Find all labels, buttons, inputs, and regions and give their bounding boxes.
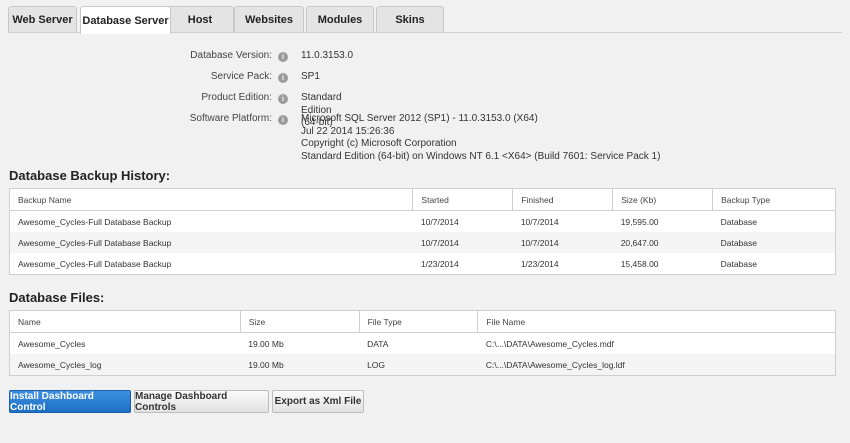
info-icon[interactable]: i bbox=[278, 94, 288, 104]
file-name-cell: Awesome_Cycles bbox=[18, 338, 86, 349]
started-cell: 1/23/2014 bbox=[420, 258, 459, 269]
file-name-cell: Awesome_Cycles_log bbox=[9, 354, 241, 376]
finished-cell: 10/7/2014 bbox=[520, 216, 559, 227]
platform-label: Software Platform: bbox=[189, 113, 272, 124]
started-cell: 10/7/2014 bbox=[412, 232, 513, 253]
info-icon[interactable]: i bbox=[278, 52, 288, 62]
tab-web-server[interactable]: Web Server bbox=[8, 6, 77, 32]
file-path-cell: C:\...\DATA\Awesome_Cycles_log.ldf bbox=[477, 354, 836, 376]
finished-cell: 1/23/2014 bbox=[520, 258, 559, 269]
export-xml-button[interactable]: Export as Xml File bbox=[272, 390, 364, 413]
file-type-cell: LOG bbox=[359, 354, 478, 376]
size-cell: 15,458.00 bbox=[620, 258, 659, 269]
column-header[interactable]: Backup Name bbox=[9, 188, 414, 211]
version-label: Database Version: bbox=[190, 50, 272, 61]
install-dashboard-control-button[interactable]: Install Dashboard Control bbox=[9, 390, 131, 413]
table-row[interactable]: Awesome_Cycles-Full Database Backup 1/23… bbox=[10, 253, 836, 275]
file-size-cell: 19.00 Mb bbox=[248, 338, 284, 349]
info-icon[interactable]: i bbox=[278, 115, 288, 125]
size-cell: 19,595.00 bbox=[620, 216, 659, 227]
backup-history-table: Backup Name Started Finished Size (Kb) B… bbox=[9, 188, 836, 275]
database-files-heading: Database Files: bbox=[9, 290, 105, 305]
column-header[interactable]: File Type bbox=[359, 310, 479, 333]
manage-dashboard-controls-button[interactable]: Manage Dashboard Controls bbox=[134, 390, 269, 413]
service-pack-value: SP1 bbox=[301, 71, 320, 82]
file-type-cell: DATA bbox=[367, 338, 389, 349]
column-header[interactable]: Size bbox=[240, 310, 360, 333]
column-header[interactable]: Name bbox=[9, 310, 241, 333]
tab-database-server[interactable]: Database Server bbox=[80, 6, 171, 34]
table-row[interactable]: Awesome_Cycles 19.00 Mb DATA C:\...\DATA… bbox=[10, 333, 836, 355]
edition-label: Product Edition: bbox=[201, 92, 272, 103]
platform-line: Microsoft SQL Server 2012 (SP1) - 11.0.3… bbox=[301, 113, 538, 124]
database-files-table: Name Size File Type File Name Awesome_Cy… bbox=[9, 310, 836, 376]
column-header[interactable]: File Name bbox=[477, 310, 836, 333]
backup-history-heading: Database Backup History: bbox=[9, 168, 171, 183]
tab-host[interactable]: Host bbox=[166, 6, 234, 32]
size-cell: 20,647.00 bbox=[612, 232, 713, 253]
table-row[interactable]: Awesome_Cycles-Full Database Backup 10/7… bbox=[10, 211, 836, 233]
tab-skins[interactable]: Skins bbox=[376, 6, 444, 32]
tab-modules[interactable]: Modules bbox=[306, 6, 374, 32]
info-icon[interactable]: i bbox=[278, 73, 288, 83]
tab-websites[interactable]: Websites bbox=[234, 6, 304, 32]
backup-type-cell: Database bbox=[712, 232, 836, 253]
table-header-row: Backup Name Started Finished Size (Kb) B… bbox=[9, 188, 836, 211]
table-header-row: Name Size File Type File Name bbox=[9, 310, 836, 333]
table-row[interactable]: Awesome_Cycles-Full Database Backup 10/7… bbox=[9, 232, 836, 253]
backup-name-cell: Awesome_Cycles-Full Database Backup bbox=[9, 232, 413, 253]
file-path-cell: C:\...\DATA\Awesome_Cycles.mdf bbox=[485, 338, 614, 349]
finished-cell: 10/7/2014 bbox=[512, 232, 613, 253]
backup-name-cell: Awesome_Cycles-Full Database Backup bbox=[18, 258, 172, 269]
table-row[interactable]: Awesome_Cycles_log 19.00 Mb LOG C:\...\D… bbox=[9, 354, 836, 376]
column-header[interactable]: Backup Type bbox=[712, 188, 836, 211]
backup-name-cell: Awesome_Cycles-Full Database Backup bbox=[18, 216, 172, 227]
started-cell: 10/7/2014 bbox=[420, 216, 459, 227]
service-pack-label: Service Pack: bbox=[210, 71, 272, 82]
backup-type-cell: Database bbox=[720, 258, 757, 269]
file-size-cell: 19.00 Mb bbox=[240, 354, 360, 376]
column-header[interactable]: Finished bbox=[512, 188, 614, 211]
platform-line: Standard Edition (64-bit) on Windows NT … bbox=[301, 150, 661, 162]
column-header[interactable]: Started bbox=[412, 188, 514, 211]
platform-value: Microsoft SQL Server 2012 (SP1) - 11.0.3… bbox=[301, 113, 801, 163]
column-header[interactable]: Size (Kb) bbox=[612, 188, 714, 211]
backup-type-cell: Database bbox=[720, 216, 757, 227]
version-value: 11.0.3153.0 bbox=[301, 50, 354, 61]
platform-line: Jul 22 2014 15:26:36 bbox=[301, 125, 395, 137]
platform-line: Copyright (c) Microsoft Corporation bbox=[301, 138, 457, 149]
